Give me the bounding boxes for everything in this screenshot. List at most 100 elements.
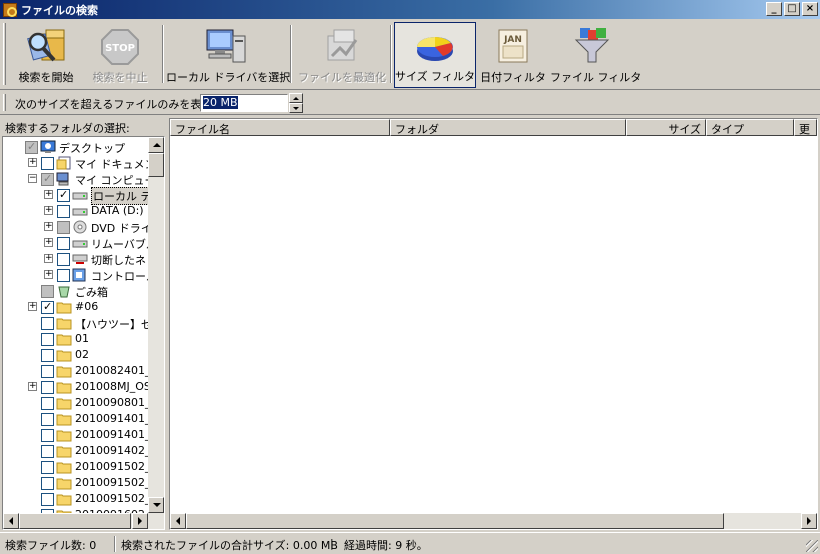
stop-sign-text: STOP [105,43,135,54]
tree-item[interactable]: +201008MJ_OSS# [3,379,164,395]
close-button[interactable]: × [802,2,818,16]
scroll-right-icon[interactable] [801,513,817,529]
tree-item[interactable]: + DATA (D:) [3,203,149,219]
tree-item[interactable]: 2010091401_p [3,411,157,427]
tree-item[interactable]: ごみ箱 [3,283,149,299]
tree-item-checkbox[interactable] [41,477,54,490]
tree-item-checkbox[interactable] [41,413,54,426]
expand-icon[interactable]: + [28,302,37,311]
stop-search-button[interactable]: STOP 検索を中止 [86,22,154,88]
hscroll-thumb[interactable] [186,513,724,529]
tree-item[interactable]: + リムーバブル デ [3,235,164,251]
tree-item-checkbox[interactable] [41,349,54,362]
tree-item[interactable]: 2010091502_p(3) [3,459,164,475]
list-horizontal-scrollbar[interactable] [170,513,817,529]
size-filter-bar: 次のサイズを超えるファイルのみを表示: 20 MB [0,91,820,115]
resize-grip-icon[interactable] [806,540,818,552]
column-size[interactable]: サイズ [626,119,706,136]
scroll-up-icon[interactable] [148,137,164,153]
tree-item-checkbox[interactable] [57,205,70,218]
spin-down-icon[interactable] [289,103,303,113]
tree-item-checkbox[interactable] [25,140,38,154]
tree-item[interactable]: デスクトップ [3,139,149,155]
tree-item[interactable]: + コントロール パ [3,267,164,283]
tree-item[interactable]: + DVD ドライブ [3,219,163,235]
tree-item-checkbox[interactable] [41,429,54,442]
sizebar-grip[interactable] [3,94,6,111]
tree-item-checkbox[interactable] [41,445,54,458]
stop-sign-icon: STOP [101,29,139,65]
tree-item[interactable]: + #06 [3,299,149,315]
start-search-button[interactable]: 検索を開始 [12,22,80,88]
tree-item-checkbox[interactable] [57,237,70,250]
tree-item-checkbox[interactable] [41,317,54,330]
date-filter-label: 日付フィルタ [480,71,546,84]
select-local-drive-button[interactable]: ローカル ドライバを選択 [166,22,290,88]
date-filter-button[interactable]: JAN 日付フィルタ [480,22,546,88]
size-threshold-input[interactable]: 20 MB [200,94,288,112]
expand-icon[interactable]: + [44,238,53,247]
scroll-down-icon[interactable] [148,497,164,513]
tree-item[interactable]: + 切断したネット [3,251,164,267]
size-spinner[interactable] [289,93,303,113]
tree-item[interactable]: 01 [3,331,149,347]
expand-icon[interactable]: + [44,222,53,231]
scroll-thumb[interactable] [148,153,164,177]
tree-item[interactable]: 2010091402_s [3,443,156,459]
column-filename[interactable]: ファイル名 [170,119,390,136]
folder-tree[interactable]: デスクトップ+マイ ドキュメント−マイ コンピュータ+ローカル ディス+DATA… [2,136,165,530]
minimize-button[interactable]: _ [766,2,782,16]
tree-item-checkbox[interactable] [41,493,54,506]
expand-icon[interactable]: + [44,206,53,215]
tree-item-checkbox[interactable] [41,285,54,298]
tree-item-checkbox[interactable] [41,365,54,378]
spin-up-icon[interactable] [289,93,303,103]
size-filter-button[interactable]: サイズ フィルタ [394,22,476,88]
tree-horizontal-scrollbar[interactable] [3,513,164,529]
column-modified[interactable]: 更 [794,119,817,136]
folder-icon [56,380,72,394]
scroll-left-icon[interactable] [170,513,186,529]
tree-item[interactable]: 2010091502_s [3,475,156,491]
file-list[interactable]: ファイル名 フォルダ サイズ タイプ 更 [169,118,818,530]
tree-item[interactable]: −マイ コンピュータ [3,171,164,187]
expand-icon[interactable]: + [44,190,53,199]
tree-item[interactable]: 2010090801_s [3,395,156,411]
tree-item-checkbox[interactable] [41,300,54,314]
tree-item[interactable]: 02 [3,347,149,363]
tree-item-checkbox[interactable] [57,269,70,282]
tree-item-checkbox[interactable] [41,172,54,186]
column-type[interactable]: タイプ [706,119,794,136]
expand-icon[interactable]: + [28,382,37,391]
folder-icon [56,348,72,362]
funnel-icon [574,28,610,63]
tree-item-checkbox[interactable] [41,381,54,394]
tree-item[interactable]: 2010082401_s(2) [3,363,164,379]
file-filter-button[interactable]: ファイル フィルタ [550,22,641,88]
tree-item-checkbox[interactable] [41,157,54,170]
tree-item[interactable]: 2010091401_p(2) [3,427,164,443]
tree-item-checkbox[interactable] [57,253,70,266]
optimize-files-button[interactable]: ファイルを最適化 [296,22,388,88]
maximize-button[interactable]: □ [784,2,800,16]
column-folder[interactable]: フォルダ [390,119,626,136]
scroll-left-icon[interactable] [3,513,19,529]
hscroll-thumb[interactable] [19,513,131,529]
expand-icon[interactable]: + [28,158,37,167]
tree-item[interactable]: 【ハウツー】ゼロから [3,315,164,331]
expand-icon[interactable]: + [44,270,53,279]
tree-item[interactable]: + マイ ドキュメント [3,155,164,171]
tree-item-checkbox[interactable] [41,461,54,474]
expand-icon[interactable]: + [44,254,53,263]
tree-item[interactable]: +ローカル ディス [3,187,164,205]
tree-item-checkbox[interactable] [57,188,70,202]
folder-icon [56,332,72,346]
collapse-icon[interactable]: − [28,174,37,183]
toolbar-grip[interactable] [3,23,6,85]
tree-item[interactable]: 2010091502_s(2) [3,491,164,507]
tree-item-checkbox[interactable] [57,221,70,234]
tree-item-checkbox[interactable] [41,397,54,410]
tree-item-checkbox[interactable] [41,333,54,346]
tree-vertical-scrollbar[interactable] [148,137,164,513]
scroll-right-icon[interactable] [132,513,148,529]
